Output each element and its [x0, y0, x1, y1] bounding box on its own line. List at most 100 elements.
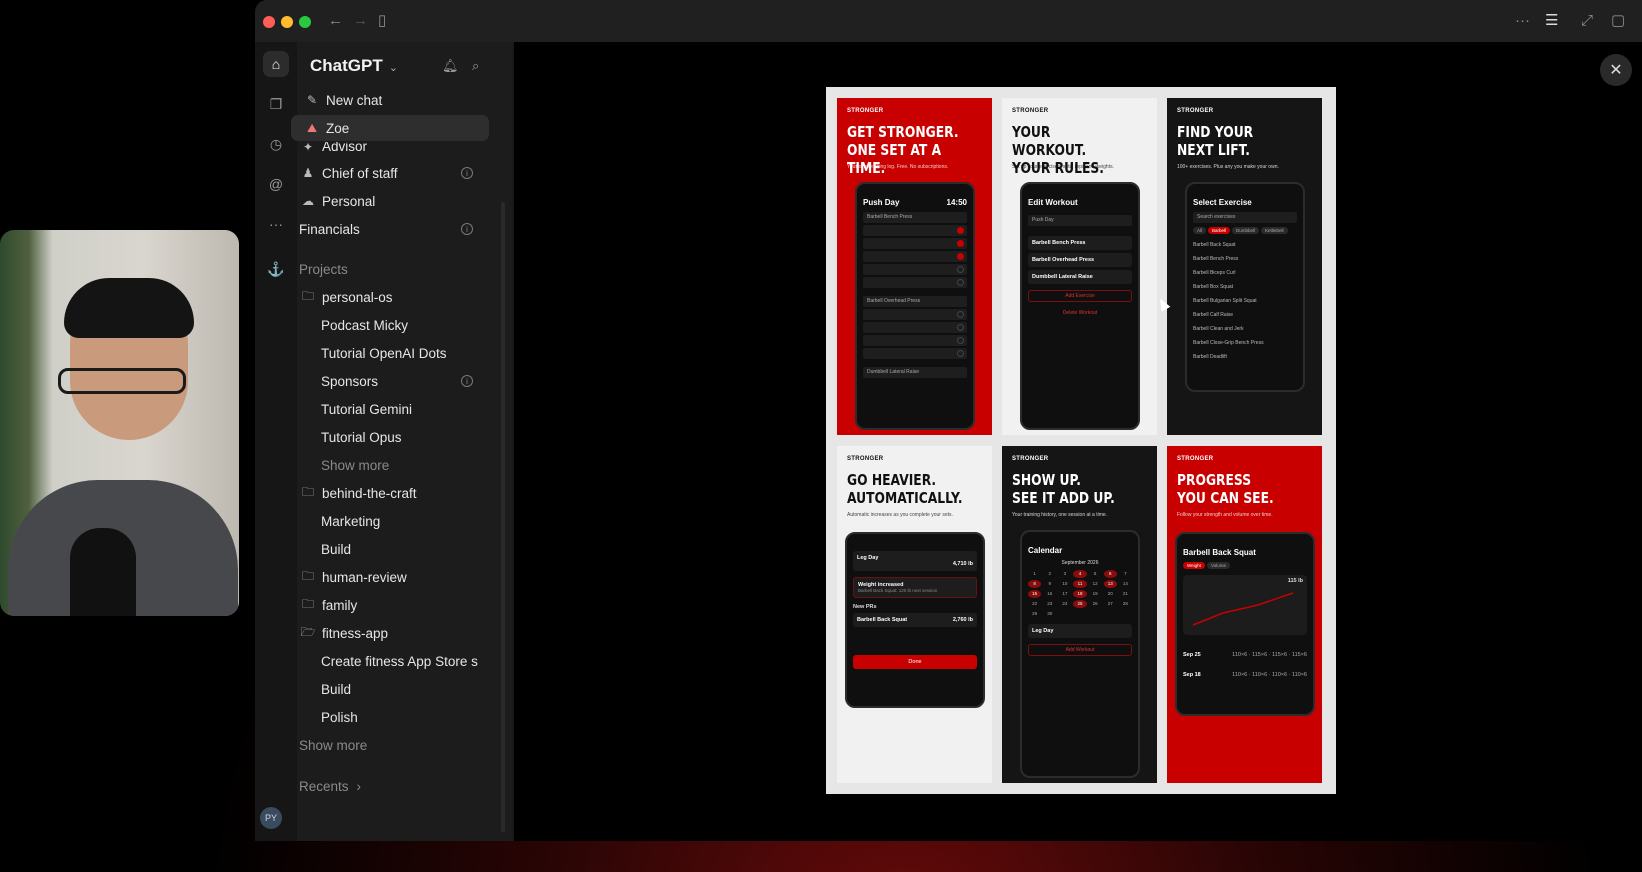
headline-line: FIND YOUR: [1177, 123, 1254, 141]
folder-icon: 🗀: [301, 568, 314, 583]
segment-weight: Weight: [1183, 562, 1205, 569]
project-behind-the-craft[interactable]: 🗀 behind-the-craft: [297, 480, 473, 506]
project-family[interactable]: 🗀 family: [297, 592, 473, 618]
sidebar-scrollbar[interactable]: [501, 202, 505, 832]
month-label: September 2026: [1061, 560, 1099, 566]
sidebar-item-chief-of-staff[interactable]: ♟ Chief of staff i: [297, 160, 473, 186]
zoe-avatar-icon: ⛰: [306, 120, 318, 135]
segment-volume: Volume: [1206, 562, 1230, 569]
workout-name-field: Push Day: [1028, 215, 1132, 226]
filter-chip: Barbell: [1208, 227, 1231, 234]
project-chat-item[interactable]: Tutorial Opus: [321, 424, 473, 450]
check-icon: [957, 227, 964, 234]
info-icon[interactable]: i: [461, 223, 473, 235]
exercise-list-item: Barbell Calf Raise: [1193, 312, 1234, 318]
project-chat-item[interactable]: Build: [321, 536, 473, 562]
close-window-button[interactable]: [263, 16, 275, 28]
new-chat-label: New chat: [326, 92, 383, 108]
project-chat-item[interactable]: Podcast Micky: [321, 312, 473, 338]
screenshot-panel-6: STRONGER PROGRESS YOU CAN SEE. Follow you…: [1167, 446, 1322, 783]
project-chat-item[interactable]: Tutorial Gemini: [321, 396, 473, 422]
project-chat-item[interactable]: Polish: [321, 704, 473, 730]
panel-subtitle: Set up your exercises, sets, reps and we…: [1012, 164, 1114, 170]
panel-subtitle: Automatic increases as you complete your…: [847, 512, 953, 518]
avatar[interactable]: PY: [260, 807, 282, 829]
calendar-grid: 1234567 8 9 10 11 12 13 14 15 16 17 18 19 20 21 22 23…: [1028, 570, 1132, 618]
show-more-projects-link[interactable]: Show more: [297, 732, 473, 758]
project-chat-item[interactable]: Sponsors i: [321, 368, 473, 394]
chat-label: Sponsors: [321, 373, 379, 389]
project-chat-item[interactable]: Marketing: [321, 508, 473, 534]
panel-headline: PROGRESS YOU CAN SEE.: [1177, 471, 1292, 507]
pr-value: 2,760 lb: [952, 617, 973, 623]
project-chat-item[interactable]: Build: [321, 676, 473, 702]
exercise-list-item: Barbell Deadlift: [1193, 354, 1227, 360]
headline-line: YOUR WORKOUT.: [1012, 123, 1087, 159]
anchor-icon[interactable]: ⚓: [263, 256, 289, 282]
filter-chip: All: [1193, 227, 1207, 234]
check-icon: [957, 253, 964, 260]
project-personal-os[interactable]: 🗀 personal-os: [297, 284, 473, 310]
sidebar-item-advisor[interactable]: ✦ Advisor: [297, 142, 473, 154]
project-fitness-app[interactable]: 🗁 fitness-app: [297, 620, 473, 646]
sidebar-item-label: Personal: [322, 193, 376, 209]
screenshot-panel-3: STRONGER FIND YOUR NEXT LIFT. 100+ exerci…: [1167, 98, 1322, 435]
exercise-list-item: Barbell Back Squat: [1193, 242, 1236, 248]
recents-toggle[interactable]: Recents ›: [297, 773, 473, 799]
pr-exercise: Barbell Back Squat: [857, 617, 908, 623]
phone-mockup: Leg Day 4,710 lb Weight increased Barbell …: [845, 532, 985, 708]
webcam-person-hair: [64, 278, 194, 338]
bell-icon[interactable]: 🔔︎: [442, 58, 459, 74]
phone-screen-title: Calendar: [1028, 546, 1063, 555]
brand-label: STRONGER: [847, 456, 884, 462]
back-arrow-icon[interactable]: ←: [328, 12, 343, 30]
library-icon[interactable]: ❐: [263, 91, 289, 117]
sidebar-item-label: Chief of staff: [322, 165, 398, 181]
set-row: [863, 309, 967, 320]
exercise-list-item: Barbell Close-Grip Bench Press: [1193, 340, 1264, 346]
expand-icon[interactable]: ⤢: [1581, 12, 1593, 30]
check-icon: [957, 311, 964, 318]
advisor-icon: ✦: [302, 142, 314, 154]
history-clock-icon[interactable]: ◷: [263, 131, 289, 157]
window-layout-icon[interactable]: ▢: [1611, 12, 1625, 30]
sidebar-item-financials[interactable]: Financials i: [297, 216, 473, 242]
more-options-icon[interactable]: ···: [1515, 12, 1530, 30]
project-human-review[interactable]: 🗀 human-review: [297, 564, 473, 590]
minimize-window-button[interactable]: [281, 16, 293, 28]
phone-screen-title: Barbell Back Squat: [1183, 548, 1256, 557]
sidebar-item-personal[interactable]: ☁ Personal: [297, 188, 473, 214]
exercise-list-item: Barbell Biceps Curl: [1193, 270, 1236, 276]
close-viewer-button[interactable]: ✕: [1600, 54, 1632, 86]
more-dots-icon[interactable]: ···: [263, 211, 289, 237]
projects-heading: Projects: [299, 261, 348, 277]
headline-line: AUTOMATICALLY.: [847, 489, 963, 507]
new-chat-button[interactable]: ✎ New chat: [297, 87, 503, 113]
show-more-link[interactable]: Show more: [321, 452, 473, 478]
list-view-icon[interactable]: ☰: [1545, 12, 1558, 30]
home-icon[interactable]: ⌂: [263, 51, 289, 77]
check-icon: [957, 266, 964, 273]
sidebar-toggle-icon[interactable]: ▯: [378, 12, 386, 30]
project-chat-item[interactable]: Create fitness App Store s: [321, 648, 479, 674]
set-row: [863, 348, 967, 359]
brand-label: STRONGER: [1012, 456, 1049, 462]
chevron-right-icon: ›: [356, 778, 362, 794]
forward-arrow-icon[interactable]: →: [353, 12, 368, 30]
brand-label: STRONGER: [1177, 108, 1214, 114]
phone-mockup: Edit Workout Push Day Barbell Bench Pres…: [1020, 182, 1140, 430]
sidebar-item-zoe[interactable]: ⛰ Zoe: [291, 115, 489, 141]
icon-rail: ⌂ ❐ ◷ @ ··· ⚓: [255, 42, 297, 841]
chevron-down-icon: ⌄: [388, 62, 398, 74]
info-icon[interactable]: i: [461, 167, 473, 179]
app-title: ChatGPT: [310, 56, 383, 75]
set-row: [863, 264, 967, 275]
project-chat-item[interactable]: Tutorial OpenAI Dots: [321, 340, 473, 366]
app-switcher[interactable]: ChatGPT ⌄: [310, 56, 398, 76]
zoom-window-button[interactable]: [299, 16, 311, 28]
folder-icon: 🗀: [301, 484, 314, 499]
search-icon[interactable]: ⌕: [472, 58, 479, 74]
info-icon[interactable]: i: [461, 375, 473, 387]
mentions-icon[interactable]: @: [263, 171, 289, 197]
history-date: Sep 18: [1183, 672, 1201, 678]
